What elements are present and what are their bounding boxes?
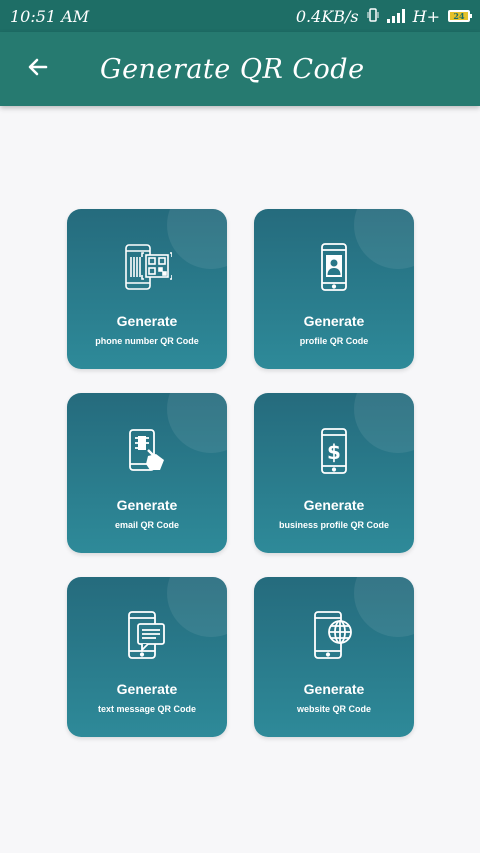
- arrow-left-icon: [26, 55, 50, 84]
- battery-icon: 24: [448, 10, 472, 22]
- network-type: H+: [412, 6, 440, 26]
- back-button[interactable]: [18, 49, 58, 89]
- card-website[interactable]: Generate website QR Code: [254, 577, 414, 737]
- phone-profile-icon: [304, 239, 364, 295]
- status-bar: 10:51 AM 0.4KB/s H+ 24: [0, 0, 480, 32]
- card-email[interactable]: Generate email QR Code: [67, 393, 227, 553]
- vibrate-icon: [367, 7, 379, 26]
- card-title: Generate: [303, 497, 365, 513]
- phone-email-icon: [117, 423, 177, 479]
- card-subtitle: business profile QR Code: [278, 520, 390, 530]
- card-title: Generate: [116, 497, 178, 513]
- card-title: Generate: [303, 313, 365, 329]
- status-indicators: 0.4KB/s H+ 24: [295, 6, 472, 26]
- network-speed: 0.4KB/s: [295, 6, 359, 26]
- phone-message-icon: [117, 607, 177, 663]
- phone-globe-icon: [304, 607, 364, 663]
- card-subtitle: phone number QR Code: [95, 336, 199, 346]
- card-profile[interactable]: Generate profile QR Code: [254, 209, 414, 369]
- card-title: Generate: [116, 681, 178, 697]
- card-subtitle: website QR Code: [296, 704, 371, 714]
- status-time: 10:51 AM: [10, 6, 90, 26]
- card-text-message[interactable]: Generate text message QR Code: [67, 577, 227, 737]
- card-phone-number[interactable]: Generate phone number QR Code: [67, 209, 227, 369]
- card-subtitle: profile QR Code: [299, 336, 369, 346]
- card-title: Generate: [116, 313, 178, 329]
- phone-qr-icon: [117, 239, 177, 295]
- battery-level: 24: [453, 11, 465, 21]
- app-bar: Generate QR Code: [0, 32, 480, 106]
- svg-text:$: $: [327, 440, 341, 464]
- card-subtitle: text message QR Code: [97, 704, 197, 714]
- card-title: Generate: [303, 681, 365, 697]
- generator-grid: Generate phone number QR Code Generate p…: [67, 209, 414, 737]
- signal-icon: [386, 9, 405, 23]
- page-title: Generate QR Code: [100, 53, 365, 85]
- phone-dollar-icon: $: [304, 423, 364, 479]
- card-subtitle: email QR Code: [114, 520, 179, 530]
- card-business-profile[interactable]: $ Generate business profile QR Code: [254, 393, 414, 553]
